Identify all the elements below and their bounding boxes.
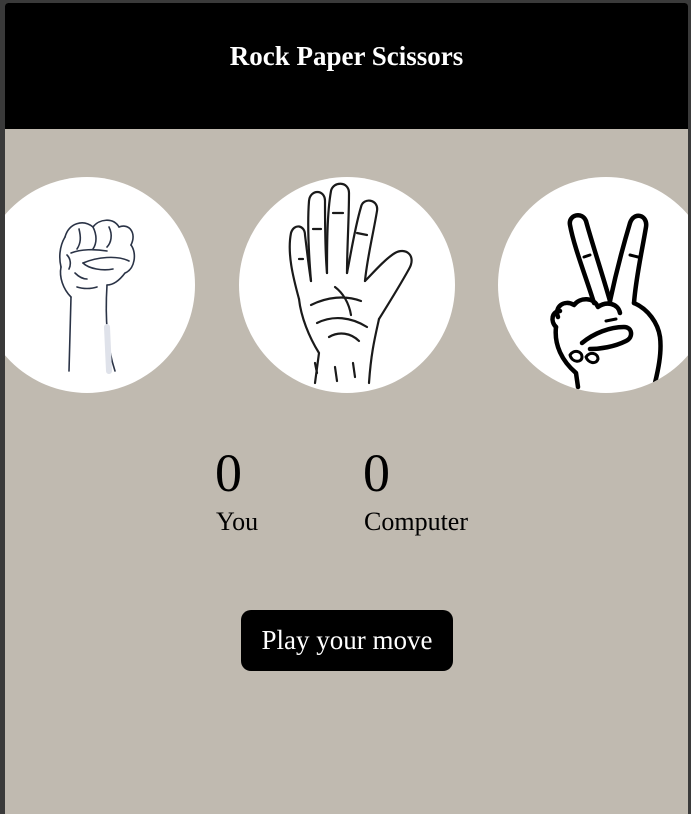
computer-score-label: Computer xyxy=(364,507,468,536)
page-title: Rock Paper Scissors xyxy=(229,41,464,71)
paper-hand-icon xyxy=(288,182,413,385)
scissors-hand-icon xyxy=(550,212,663,390)
choice-rock[interactable] xyxy=(5,177,195,393)
computer-score-value: 0 xyxy=(363,443,390,503)
rock-fist-icon xyxy=(59,219,136,374)
header-bar: Rock Paper Scissors xyxy=(5,3,688,129)
choice-paper[interactable] xyxy=(239,177,455,393)
game-window: Rock Paper Scissors 0 You 0 Computer Pla… xyxy=(5,3,688,814)
you-score-value: 0 xyxy=(215,443,242,503)
play-move-button[interactable]: Play your move xyxy=(241,610,453,671)
you-score-label: You xyxy=(216,507,259,536)
choice-scissors[interactable] xyxy=(498,177,688,393)
